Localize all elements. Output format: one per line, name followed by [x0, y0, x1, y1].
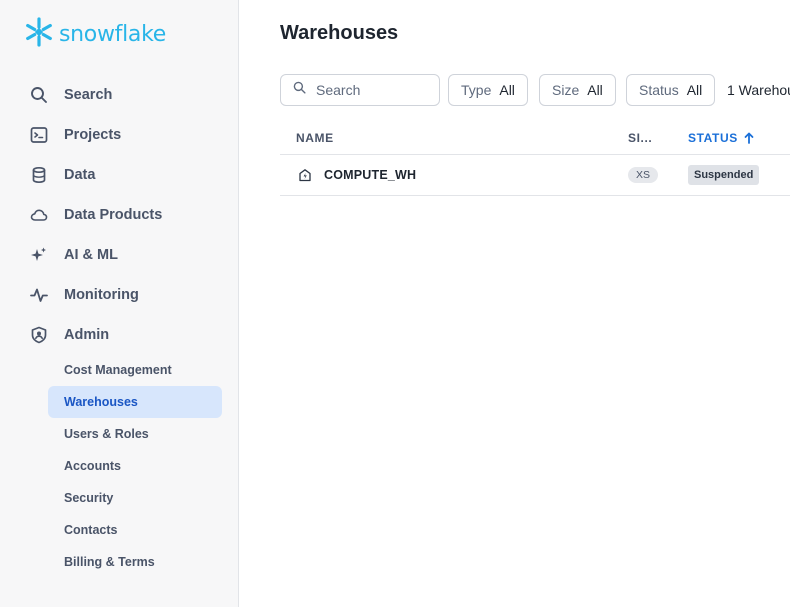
column-header-size[interactable]: SI...: [628, 131, 652, 145]
sidebar-item-users-roles[interactable]: Users & Roles: [48, 418, 222, 450]
column-header-name[interactable]: NAME: [296, 131, 334, 145]
filter-type[interactable]: Type All: [448, 74, 528, 106]
nav-data[interactable]: Data: [28, 163, 95, 187]
snowflake-logo[interactable]: snowflake: [23, 16, 166, 53]
warehouse-icon: [298, 168, 312, 182]
nav-ai-ml-label: AI & ML: [64, 247, 118, 263]
nav-data-products[interactable]: Data Products: [28, 203, 162, 227]
search-icon: [293, 81, 306, 99]
sidebar-item-accounts[interactable]: Accounts: [48, 450, 222, 482]
filter-status-value: All: [686, 82, 703, 98]
sparkle-icon: [28, 244, 50, 266]
nav-projects[interactable]: Projects: [28, 123, 121, 147]
search-icon: [28, 84, 50, 106]
nav-data-products-label: Data Products: [64, 207, 163, 223]
filter-type-key: Type: [461, 82, 492, 98]
sidebar-item-cost-management[interactable]: Cost Management: [48, 354, 222, 386]
main-content: Warehouses Type All Size All Status All …: [240, 0, 790, 607]
sidebar-item-security[interactable]: Security: [48, 482, 222, 514]
filter-size[interactable]: Size All: [539, 74, 616, 106]
sort-ascending-icon: [744, 132, 754, 144]
sidebar-item-billing-terms[interactable]: Billing & Terms: [48, 546, 222, 578]
table-row[interactable]: COMPUTE_WH XS Suspended: [280, 155, 790, 196]
activity-icon: [28, 284, 50, 306]
table-header: NAME SI... STATUS: [280, 120, 790, 155]
nav-monitoring[interactable]: Monitoring: [28, 283, 139, 307]
nav-data-label: Data: [64, 167, 96, 183]
sidebar-item-warehouses[interactable]: Warehouses: [48, 386, 222, 418]
nav-monitoring-label: Monitoring: [64, 287, 139, 303]
nav-admin[interactable]: Admin: [28, 323, 109, 347]
size-badge: XS: [628, 167, 659, 183]
shield-user-icon: [28, 324, 50, 346]
nav-admin-label: Admin: [64, 327, 110, 343]
nav-search[interactable]: Search: [28, 83, 112, 107]
sidebar-item-contacts[interactable]: Contacts: [48, 514, 222, 546]
filter-status-key: Status: [639, 82, 679, 98]
filter-status[interactable]: Status All: [626, 74, 716, 106]
nav-search-label: Search: [64, 87, 113, 103]
terminal-icon: [28, 124, 50, 146]
snowflake-wordmark: snowflake: [59, 22, 166, 47]
warehouse-name: COMPUTE_WH: [324, 168, 417, 182]
cloud-icon: [28, 204, 50, 226]
nav-projects-label: Projects: [64, 127, 122, 143]
column-header-status[interactable]: STATUS: [688, 131, 754, 145]
result-count: 1 Warehouse: [727, 82, 790, 98]
filter-size-key: Size: [552, 82, 580, 98]
filter-size-value: All: [587, 82, 603, 98]
status-badge: Suspended: [688, 165, 760, 185]
nav-ai-ml[interactable]: AI & ML: [28, 243, 118, 267]
warehouses-table: NAME SI... STATUS COMPUTE_WH XS Suspende…: [280, 120, 790, 196]
database-icon: [28, 164, 50, 186]
sidebar: snowflake Search Projects Data Data Prod…: [0, 0, 239, 607]
snowflake-logo-icon: [23, 16, 55, 53]
filter-type-value: All: [499, 82, 515, 98]
column-header-status-label: STATUS: [688, 131, 738, 145]
page-title: Warehouses: [280, 22, 399, 44]
warehouse-name-cell[interactable]: COMPUTE_WH: [298, 168, 416, 182]
search-field[interactable]: [280, 74, 440, 106]
search-input[interactable]: [316, 82, 426, 98]
